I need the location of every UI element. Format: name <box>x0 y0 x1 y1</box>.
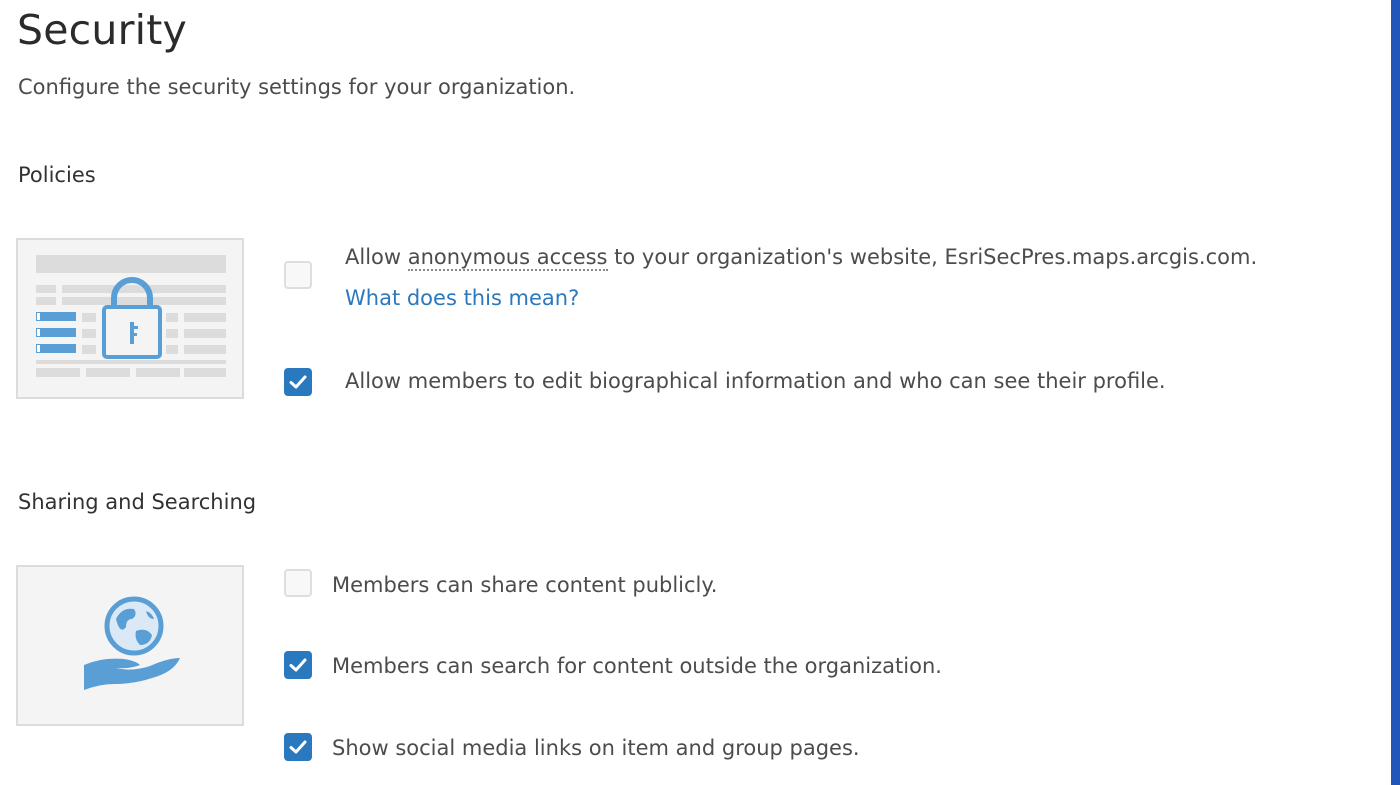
checkmark-icon <box>289 375 307 389</box>
policies-heading: Policies <box>18 163 96 187</box>
policies-illustration <box>16 238 244 399</box>
window-edge-bar <box>1391 0 1400 785</box>
page-subtitle: Configure the security settings for your… <box>18 75 576 99</box>
search-outside-org-label: Members can search for content outside t… <box>332 654 942 678</box>
lock-document-icon <box>36 255 226 377</box>
what-does-this-mean-link[interactable]: What does this mean? <box>345 283 579 313</box>
search-outside-org-checkbox[interactable] <box>284 651 312 679</box>
checkmark-icon <box>289 658 307 672</box>
edit-biographical-info-checkbox[interactable] <box>284 368 312 396</box>
anonymous-access-tooltip-term[interactable]: anonymous access <box>407 245 608 271</box>
checkmark-icon <box>289 740 307 754</box>
sharing-illustration <box>16 565 244 726</box>
social-media-links-checkbox[interactable] <box>284 733 312 761</box>
share-publicly-label: Members can share content publicly. <box>332 573 718 597</box>
globe-in-hand-icon <box>84 596 180 690</box>
social-media-links-label: Show social media links on item and grou… <box>332 736 860 760</box>
page-title: Security <box>17 6 187 54</box>
sharing-searching-heading: Sharing and Searching <box>18 490 257 514</box>
anonymous-access-checkbox[interactable] <box>284 261 312 289</box>
edit-biographical-info-label: Allow members to edit biographical infor… <box>345 369 1166 393</box>
share-publicly-checkbox[interactable] <box>284 569 312 597</box>
anonymous-access-label: Allow anonymous access to your organizat… <box>345 245 1258 271</box>
